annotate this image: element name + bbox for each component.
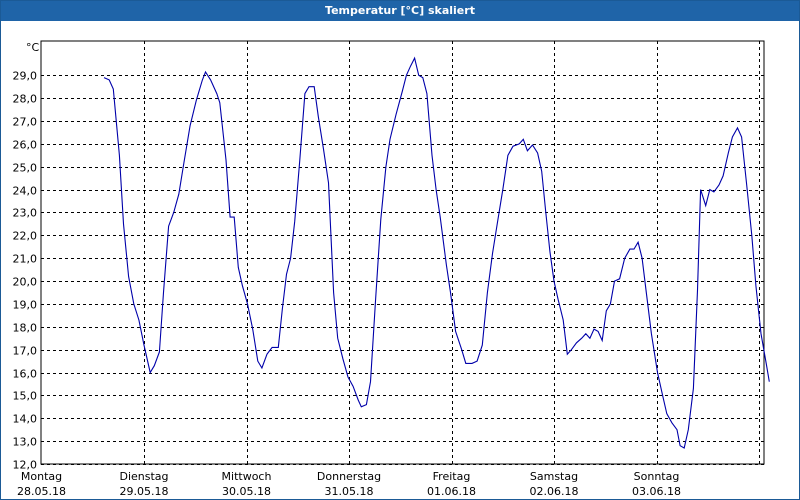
y-tick-label: 28,0: [13, 93, 38, 106]
temperature-series-line: [103, 56, 770, 449]
x-day-labels: Montag 28.05.18 Dienstag 29.05.18 Mittwoch 30…: [17, 470, 681, 498]
y-tick-label: 21,0: [13, 253, 38, 266]
x-weekday-label: Donnerstag: [317, 470, 381, 483]
y-tick-label: 16,0: [13, 368, 38, 381]
y-tick-label: 27,0: [13, 116, 38, 129]
x-date-label: 03.06.18: [632, 485, 681, 498]
x-date-label: 02.06.18: [530, 485, 579, 498]
chart-window: Temperatur [°C] skaliert 12,0 13,0 14,0 15,…: [0, 0, 800, 500]
y-tick-label: 18,0: [13, 322, 38, 335]
x-date-label: 29.05.18: [120, 485, 169, 498]
y-tick-label: 14,0: [13, 413, 38, 426]
y-tick-label: 20,0: [13, 276, 38, 289]
x-weekday-label: Mittwoch: [222, 470, 272, 483]
x-weekday-label: Samstag: [530, 470, 578, 483]
x-date-label: 30.05.18: [222, 485, 271, 498]
x-date-label: 01.06.18: [427, 485, 476, 498]
x-weekday-label: Dienstag: [119, 470, 168, 483]
plot-area-frame: [40, 40, 765, 465]
y-tick-label: 24,0: [13, 185, 38, 198]
y-tick-labels: 12,013,014,015,016,017,018,019,020,021,0…: [13, 70, 38, 472]
y-axis-unit-label: °C: [26, 41, 40, 54]
x-date-label: 28.05.18: [17, 485, 66, 498]
x-date-label: 31.05.18: [325, 485, 374, 498]
x-weekday-label: Montag: [21, 470, 62, 483]
y-tick-label: 15,0: [13, 390, 38, 403]
y-tick-label: 25,0: [13, 162, 38, 175]
x-weekday-label: Freitag: [433, 470, 471, 483]
window-title: Temperatur [°C] skaliert: [1, 1, 799, 21]
y-tick-label: 26,0: [13, 139, 38, 152]
y-tick-label: 19,0: [13, 299, 38, 312]
x-weekday-label: Sonntag: [634, 470, 680, 483]
y-tick-label: 29,0: [13, 70, 38, 83]
y-tick-label: 13,0: [13, 436, 38, 449]
horizontal-gridlines: [41, 75, 764, 465]
y-tick-label: 17,0: [13, 345, 38, 358]
temperature-chart: 12,013,014,015,016,017,018,019,020,021,0…: [13, 40, 770, 498]
y-tick-label: 23,0: [13, 207, 38, 220]
y-tick-label: 22,0: [13, 230, 38, 243]
